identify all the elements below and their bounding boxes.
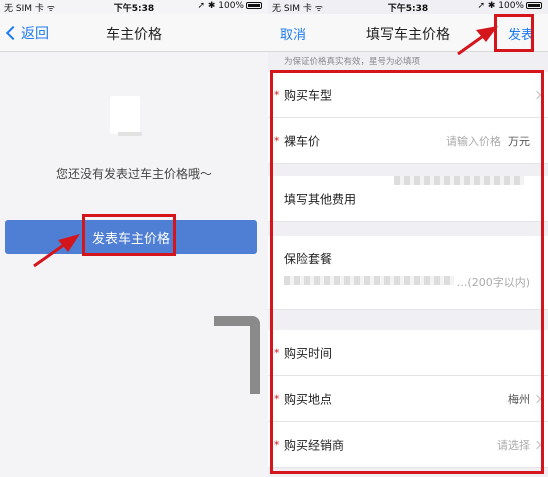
highlight-box-publish — [82, 214, 176, 256]
status-bar: 无 SIM 卡 ᯤ 下午5:38 ➚ ✱ 100% — [0, 0, 268, 14]
car-owner-price-screen: 无 SIM 卡 ᯤ 下午5:38 ➚ ✱ 100% 返回 车主价格 您还没有发表… — [0, 0, 268, 477]
page-title: 车主价格 — [106, 27, 162, 43]
empty-state-icon — [110, 96, 140, 134]
battery-label: ➚ ✱ 100% — [477, 1, 524, 11]
battery-indicator: ➚ ✱ 100% — [197, 1, 262, 11]
decorative-corner-shape — [214, 316, 260, 394]
battery-label: ➚ ✱ 100% — [197, 1, 244, 11]
battery-indicator: ➚ ✱ 100% — [477, 1, 542, 11]
required-notice: 为保证价格真实有效，星号为必填项 — [284, 57, 421, 67]
nav-bar: 返回 车主价格 — [0, 14, 268, 52]
battery-icon — [246, 2, 262, 9]
highlight-box-form — [270, 70, 544, 474]
status-bar: 无 SIM 卡 ᯤ 下午5:38 ➚ ✱ 100% — [268, 0, 548, 14]
empty-state-message: 您还没有发表过车主价格哦～ — [55, 167, 212, 181]
empty-state-icon-bar — [118, 132, 142, 136]
fill-price-screen: 无 SIM 卡 ᯤ 下午5:38 ➚ ✱ 100% 取消 填写车主价格 发表 为… — [268, 0, 548, 477]
red-arrow-icon — [33, 234, 80, 268]
battery-icon — [526, 2, 542, 9]
